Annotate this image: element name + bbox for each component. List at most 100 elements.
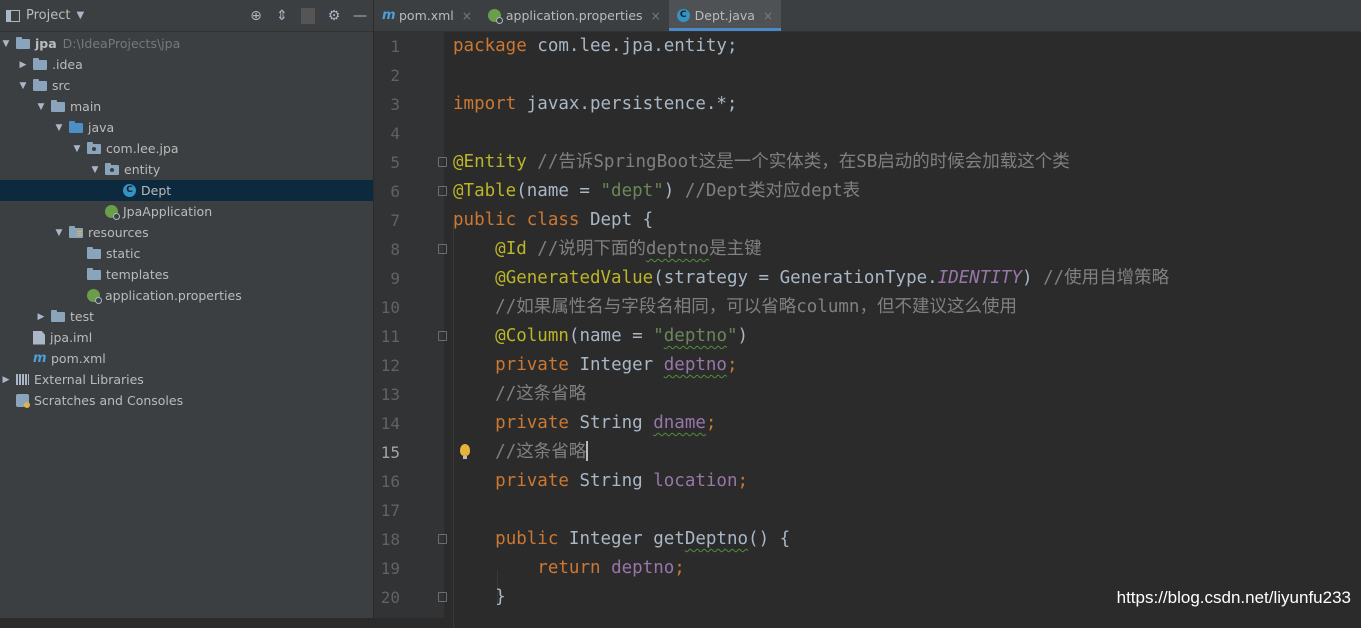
tab-pom-xml[interactable]: m pom.xml × xyxy=(374,0,480,31)
code-token: 是主键 xyxy=(709,239,762,259)
project-panel-header: Project ▼ ⊕ ⇕ ⚙ — xyxy=(0,0,373,32)
tree-item-entity[interactable]: ▼ entity xyxy=(0,159,373,180)
code-token: private xyxy=(495,471,569,491)
tree-item-jpaapplication[interactable]: JpaApplication xyxy=(0,201,373,222)
code-line[interactable]: 13 //这条省略 xyxy=(374,380,1361,409)
code-line[interactable]: 12 private Integer deptno; xyxy=(374,351,1361,380)
tree-item-pom-xml[interactable]: m pom.xml xyxy=(0,348,373,369)
code-token: //Dept类对应dept表 xyxy=(684,181,861,201)
code-line[interactable]: 18 public Integer getDeptno() { xyxy=(374,525,1361,554)
code-area[interactable]: 1 package com.lee.jpa.entity; 2 3 import… xyxy=(374,32,1361,628)
module-path: D:\IdeaProjects\jpa xyxy=(62,36,181,51)
minimize-icon[interactable]: — xyxy=(353,8,367,24)
code-token: IDENTITY xyxy=(937,268,1022,288)
collapse-arrow-icon[interactable]: ▶ xyxy=(17,60,29,70)
code-line[interactable]: 2 xyxy=(374,61,1361,90)
code-line[interactable]: 8 @Id //说明下面的deptno是主键 xyxy=(374,235,1361,264)
code-line[interactable]: 5 @Entity //告诉SpringBoot这是一个实体类，在SB启动的时候… xyxy=(374,148,1361,177)
project-view-title[interactable]: Project xyxy=(26,8,70,23)
code-token: Dept { xyxy=(579,210,654,230)
fold-marker-icon[interactable] xyxy=(438,331,447,341)
tab-dept-java[interactable]: C Dept.java × xyxy=(668,0,782,31)
line-number: 1 xyxy=(390,37,400,56)
code-line[interactable]: 3 import javax.persistence.*; xyxy=(374,90,1361,119)
code-line[interactable]: 11 @Column(name = "deptno") xyxy=(374,322,1361,351)
code-token: ; xyxy=(674,558,685,578)
tree-item-label: java xyxy=(88,120,115,135)
code-line-current[interactable]: 15 //这条省略 xyxy=(374,438,1361,467)
tree-item-application-properties[interactable]: application.properties xyxy=(0,285,373,306)
code-editor: m pom.xml × application.properties × C D… xyxy=(374,0,1361,628)
chevron-down-icon[interactable]: ▼ xyxy=(76,10,84,21)
fold-marker-icon[interactable] xyxy=(438,186,447,196)
collapse-arrow-icon[interactable]: ▶ xyxy=(35,312,47,322)
tree-item-label: .idea xyxy=(52,57,83,72)
editor-tab-bar: m pom.xml × application.properties × C D… xyxy=(374,0,1361,32)
code-line[interactable]: 17 xyxy=(374,496,1361,525)
gear-icon[interactable]: ⚙ xyxy=(327,8,341,24)
close-icon[interactable]: × xyxy=(763,9,773,23)
code-line[interactable]: 6 @Table(name = "dept") //Dept类对应dept表 xyxy=(374,177,1361,206)
tree-item-static[interactable]: static xyxy=(0,243,373,264)
tree-item-label: pom.xml xyxy=(51,351,106,366)
tree-item-resources[interactable]: ▼ resources xyxy=(0,222,373,243)
tree-item-dept[interactable]: C Dept xyxy=(0,180,373,201)
collapse-arrow-icon[interactable]: ▶ xyxy=(0,375,12,385)
package-icon xyxy=(87,141,101,154)
tree-item-jpa-iml[interactable]: jpa.iml xyxy=(0,327,373,348)
close-icon[interactable]: × xyxy=(462,9,472,23)
code-line[interactable]: 19 return deptno; xyxy=(374,554,1361,583)
tab-application-properties[interactable]: application.properties × xyxy=(480,0,669,31)
expand-arrow-icon[interactable]: ▼ xyxy=(53,123,65,133)
code-line[interactable]: 9 @GeneratedValue(strategy = GenerationT… xyxy=(374,264,1361,293)
tree-item-idea[interactable]: ▶ .idea xyxy=(0,54,373,75)
fold-marker-icon[interactable] xyxy=(438,244,447,254)
expand-arrow-icon[interactable]: ▼ xyxy=(53,228,65,238)
expand-arrow-icon[interactable]: ▼ xyxy=(0,39,12,49)
tree-item-label: main xyxy=(70,99,102,114)
tree-item-main[interactable]: ▼ main xyxy=(0,96,373,117)
code-token: //告诉SpringBoot这是一个实体类，在SB启动的时候会加载这个类 xyxy=(526,152,1070,172)
line-number: 17 xyxy=(380,501,400,520)
code-line[interactable]: 1 package com.lee.jpa.entity; xyxy=(374,32,1361,61)
module-folder-icon xyxy=(16,36,30,49)
code-line[interactable]: 4 xyxy=(374,119,1361,148)
line-number: 12 xyxy=(380,356,400,375)
locate-icon[interactable]: ⊕ xyxy=(249,8,263,24)
code-line[interactable]: 14 private String dname; xyxy=(374,409,1361,438)
line-number: 19 xyxy=(380,559,400,578)
tree-item-com-lee-jpa[interactable]: ▼ com.lee.jpa xyxy=(0,138,373,159)
expand-arrow-icon[interactable]: ▼ xyxy=(17,81,29,91)
scratches-icon xyxy=(16,394,30,408)
tree-item-templates[interactable]: templates xyxy=(0,264,373,285)
code-token: dname xyxy=(653,413,706,433)
tree-item-src[interactable]: ▼ src xyxy=(0,75,373,96)
fold-marker-icon[interactable] xyxy=(438,157,447,167)
tree-item-jpa[interactable]: ▼ jpa D:\IdeaProjects\jpa xyxy=(0,33,373,54)
code-token: deptno xyxy=(645,239,710,259)
maven-icon: m xyxy=(382,8,396,23)
code-token: javax.persistence.*; xyxy=(516,94,738,114)
line-number: 20 xyxy=(380,588,400,607)
project-tree[interactable]: ▼ jpa D:\IdeaProjects\jpa ▶ .idea ▼ src … xyxy=(0,33,373,411)
expand-arrow-icon[interactable]: ▼ xyxy=(35,102,47,112)
line-number: 10 xyxy=(380,298,400,317)
expand-arrow-icon[interactable]: ▼ xyxy=(71,144,83,154)
tree-item-scratches[interactable]: Scratches and Consoles xyxy=(0,390,373,411)
close-icon[interactable]: × xyxy=(651,9,661,23)
code-line[interactable]: 10 //如果属性名与字段名相同，可以省略column，但不建议这么使用 xyxy=(374,293,1361,322)
tree-item-java[interactable]: ▼ java xyxy=(0,117,373,138)
tree-item-external-libraries[interactable]: ▶ External Libraries xyxy=(0,369,373,390)
code-line[interactable]: 16 private String location; xyxy=(374,467,1361,496)
properties-file-icon xyxy=(487,9,503,24)
tree-item-test[interactable]: ▶ test xyxy=(0,306,373,327)
code-token: @Column xyxy=(495,326,569,346)
code-line[interactable]: 7 public class Dept { xyxy=(374,206,1361,235)
expand-arrow-icon[interactable]: ▼ xyxy=(89,165,101,175)
code-token: package xyxy=(453,36,527,56)
collapse-all-icon[interactable]: ⇕ xyxy=(275,8,289,24)
fold-marker-icon[interactable] xyxy=(438,534,447,544)
line-number: 11 xyxy=(380,327,400,346)
fold-marker-icon[interactable] xyxy=(438,592,447,602)
